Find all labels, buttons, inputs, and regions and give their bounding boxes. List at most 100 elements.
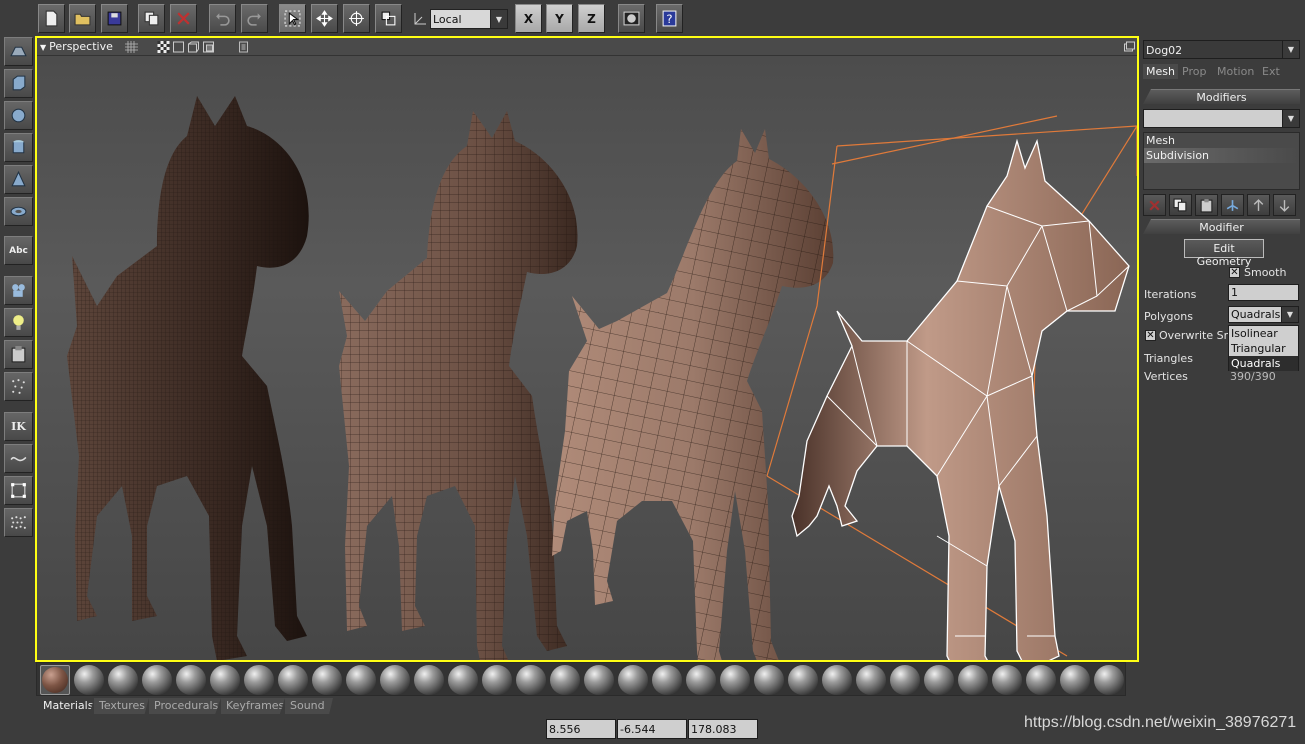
redo-button[interactable] (241, 4, 268, 33)
axis-x-button[interactable]: X (515, 4, 542, 33)
maximize-viewport-icon[interactable] (1123, 41, 1136, 53)
open-file-button[interactable] (69, 4, 96, 33)
polygon-option-quadrals[interactable]: Quadrals (1229, 356, 1298, 371)
wire-shading-icon[interactable] (187, 41, 200, 53)
scene-canvas[interactable] (37, 56, 1137, 660)
paste-modifier-button[interactable] (1195, 194, 1218, 216)
tab-materials[interactable]: Materials (38, 698, 94, 714)
material-swatch[interactable] (74, 665, 104, 695)
modifier-type-select[interactable]: ▼ (1143, 109, 1300, 128)
axis-y-button[interactable]: Y (546, 4, 573, 33)
material-swatch[interactable] (278, 665, 308, 695)
cube-tool-button[interactable] (4, 69, 33, 98)
pivot-modifier-button[interactable] (1221, 194, 1244, 216)
material-swatch[interactable] (720, 665, 750, 695)
dog-mesh-medium[interactable] (339, 111, 578, 660)
material-swatch[interactable] (890, 665, 920, 695)
material-swatch-selected[interactable] (40, 665, 70, 695)
material-swatch[interactable] (788, 665, 818, 695)
copy-modifier-button[interactable] (1169, 194, 1192, 216)
coord-z-field[interactable]: 178.083 (688, 719, 758, 739)
material-swatch[interactable] (856, 665, 886, 695)
render-button[interactable] (618, 4, 645, 33)
axis-z-button[interactable]: Z (578, 4, 605, 33)
material-swatch[interactable] (584, 665, 614, 695)
material-swatch[interactable] (992, 665, 1022, 695)
delete-button[interactable] (170, 4, 197, 33)
perspective-viewport[interactable]: ▼ Perspective (35, 36, 1139, 662)
polygon-option-isolinear[interactable]: Isolinear (1229, 326, 1298, 341)
viewport-view-menu[interactable]: ▼ Perspective (40, 40, 113, 53)
grid-toggle-icon[interactable] (125, 41, 138, 53)
material-swatch[interactable] (550, 665, 580, 695)
material-swatch[interactable] (652, 665, 682, 695)
spline-tool-button[interactable] (4, 444, 33, 473)
solid-shading-icon[interactable] (202, 41, 215, 53)
tab-mesh[interactable]: Mesh (1143, 64, 1178, 79)
modifier-item-subdivision[interactable]: Subdivision (1144, 148, 1299, 163)
select-tool-button[interactable] (279, 4, 306, 33)
scale-tool-button[interactable] (375, 4, 402, 33)
tab-procedurals[interactable]: Procedurals (149, 698, 221, 714)
material-swatch[interactable] (958, 665, 988, 695)
points-tool-button[interactable] (4, 508, 33, 537)
material-swatch[interactable] (210, 665, 240, 695)
move-modifier-down-button[interactable] (1273, 194, 1296, 216)
material-swatch[interactable] (448, 665, 478, 695)
ik-tool-button[interactable]: IK (4, 412, 33, 441)
copy-button[interactable] (138, 4, 165, 33)
tab-textures[interactable]: Textures (94, 698, 149, 714)
remove-modifier-button[interactable] (1143, 194, 1166, 216)
material-swatch[interactable] (108, 665, 138, 695)
move-tool-button[interactable] (311, 4, 338, 33)
modifiers-section-header[interactable]: Modifiers (1143, 89, 1300, 104)
dog-low-poly-selected[interactable] (791, 138, 1130, 660)
cone-tool-button[interactable] (4, 165, 33, 194)
tab-ext[interactable]: Ext (1259, 64, 1283, 79)
tab-prop[interactable]: Prop (1179, 64, 1209, 79)
material-swatch[interactable] (822, 665, 852, 695)
undo-button[interactable] (209, 4, 236, 33)
material-swatch[interactable] (1060, 665, 1090, 695)
lattice-tool-button[interactable] (4, 476, 33, 505)
box-shading-icon[interactable] (172, 41, 185, 53)
coordinate-system-select[interactable]: Local ▼ (430, 9, 508, 29)
coord-x-field[interactable]: 8.556 (546, 719, 616, 739)
light-tool-button[interactable] (4, 308, 33, 337)
material-swatch[interactable] (516, 665, 546, 695)
material-swatch[interactable] (142, 665, 172, 695)
edit-geometry-button[interactable]: Edit Geometry (1184, 239, 1264, 268)
overwrite-checkbox[interactable]: ✕ (1145, 330, 1156, 341)
material-swatch[interactable] (618, 665, 648, 695)
plane-tool-button[interactable] (4, 37, 33, 66)
material-swatch[interactable] (686, 665, 716, 695)
checker-shading-icon[interactable] (157, 41, 170, 53)
paste-tool-button[interactable] (4, 340, 33, 369)
rotate-tool-button[interactable] (343, 4, 370, 33)
material-swatch[interactable] (924, 665, 954, 695)
coord-y-field[interactable]: -6.544 (617, 719, 687, 739)
torus-tool-button[interactable] (4, 197, 33, 226)
save-button[interactable] (101, 4, 128, 33)
tab-sound[interactable]: Sound (285, 698, 333, 714)
modifier-section-header[interactable]: Modifier (1143, 219, 1300, 234)
sphere-tool-button[interactable] (4, 101, 33, 130)
properties-list-icon[interactable] (237, 41, 250, 53)
help-button[interactable]: ? (656, 4, 683, 33)
material-swatch[interactable] (380, 665, 410, 695)
material-swatch[interactable] (1026, 665, 1056, 695)
material-swatch[interactable] (346, 665, 376, 695)
iterations-field[interactable]: 1 (1228, 284, 1299, 301)
move-modifier-up-button[interactable] (1247, 194, 1270, 216)
camera-tool-button[interactable] (4, 276, 33, 305)
material-swatch[interactable] (482, 665, 512, 695)
dog-mesh-dense[interactable] (67, 96, 309, 660)
smooth-checkbox[interactable]: ✕ (1229, 267, 1240, 278)
tab-keyframes[interactable]: Keyframes (221, 698, 285, 714)
material-swatch[interactable] (312, 665, 342, 695)
polygon-option-triangular[interactable]: Triangular (1229, 341, 1298, 356)
material-swatch[interactable] (176, 665, 206, 695)
material-swatch[interactable] (414, 665, 444, 695)
material-swatch[interactable] (754, 665, 784, 695)
modifier-item-mesh[interactable]: Mesh (1144, 133, 1299, 148)
